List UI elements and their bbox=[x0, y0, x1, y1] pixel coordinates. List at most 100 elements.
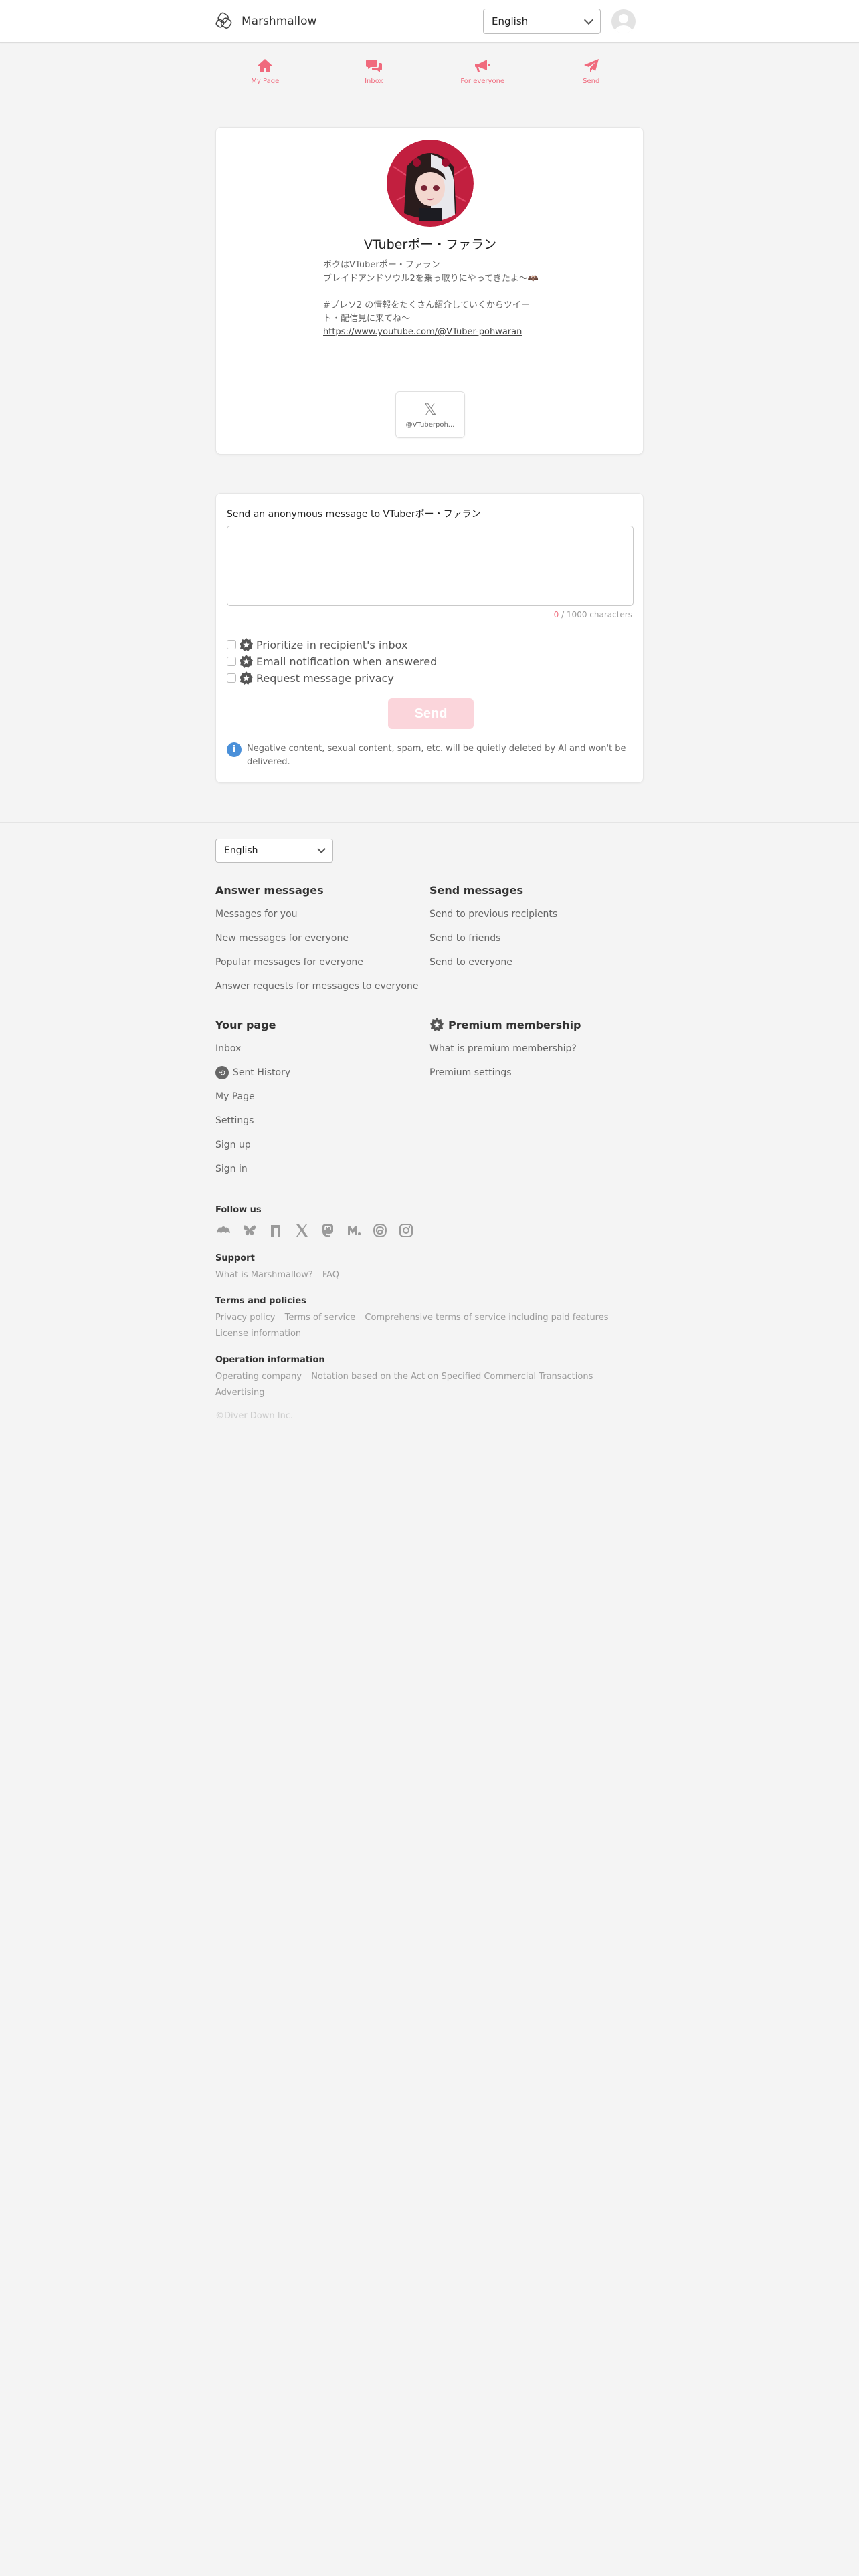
support-links: What is Marshmallow? FAQ bbox=[215, 1267, 650, 1283]
footer-link[interactable]: Sign up bbox=[215, 1138, 430, 1152]
threads-icon[interactable] bbox=[372, 1222, 388, 1239]
footer-link[interactable]: Answer requests for messages to everyone bbox=[215, 979, 430, 994]
profile-card: VTuberポー・ファラン ボクはVTuberポー・ファラン ブレイドアンドソウ… bbox=[215, 127, 644, 455]
bio-spacer bbox=[323, 286, 544, 299]
footer-link[interactable]: Premium settings bbox=[430, 1065, 644, 1080]
footer-language-value: English bbox=[224, 845, 258, 856]
footer-link[interactable]: My Page bbox=[215, 1089, 430, 1104]
footer-language-select[interactable]: English bbox=[215, 839, 333, 863]
chat-bubbles-icon bbox=[365, 60, 382, 72]
footer-link-sent-history[interactable]: ⟲ Sent History bbox=[215, 1065, 430, 1080]
footer-heading-premium: Premium membership bbox=[430, 1017, 644, 1032]
bio-line: ボクはVTuberポー・ファラン bbox=[323, 260, 440, 270]
prioritize-checkbox[interactable] bbox=[227, 640, 236, 649]
premium-badge-icon bbox=[240, 638, 253, 651]
misskey-icon[interactable] bbox=[346, 1222, 362, 1239]
operation-heading: Operation information bbox=[215, 1355, 325, 1365]
app-name: Marshmallow bbox=[242, 15, 317, 28]
nav-label: My Page bbox=[251, 78, 280, 85]
footer-link[interactable]: New messages for everyone bbox=[215, 931, 430, 946]
notice-text: Negative content, sexual content, spam, … bbox=[247, 744, 626, 767]
site-logo[interactable]: Marshmallow bbox=[215, 9, 316, 33]
premium-badge-icon bbox=[430, 1018, 444, 1031]
nav-label: For everyone bbox=[460, 78, 505, 85]
char-limit: / 1000 characters bbox=[561, 610, 632, 619]
nav-for-everyone[interactable]: For everyone bbox=[428, 58, 537, 96]
moderation-notice: i Negative content, sexual content, spam… bbox=[227, 742, 628, 769]
info-icon: i bbox=[227, 742, 242, 757]
nav-inbox[interactable]: Inbox bbox=[320, 58, 429, 96]
follow-us-heading: Follow us bbox=[215, 1205, 262, 1215]
footer-link[interactable]: Privacy policy bbox=[215, 1313, 275, 1323]
footer-link-label: Sent History bbox=[233, 1067, 291, 1078]
instagram-icon[interactable] bbox=[398, 1222, 414, 1239]
marshmallow-icon[interactable] bbox=[215, 1222, 231, 1239]
nav-label: Inbox bbox=[365, 78, 383, 85]
bio-line: ブレイドアンドソウル2を乗っ取りにやってきたよ〜🦇 bbox=[323, 274, 539, 284]
megaphone-icon bbox=[475, 60, 490, 72]
premium-badge-icon bbox=[240, 655, 253, 668]
option-label: Prioritize in recipient's inbox bbox=[256, 638, 408, 651]
footer-link[interactable]: Settings bbox=[215, 1113, 430, 1128]
x-handle: @VTuberpoh... bbox=[405, 421, 455, 429]
footer-send-messages: Send messages Send to previous recipient… bbox=[430, 883, 644, 979]
x-icon[interactable] bbox=[294, 1222, 310, 1239]
footer-link[interactable]: Terms of service bbox=[285, 1313, 356, 1323]
email-notification-checkbox[interactable] bbox=[227, 657, 236, 666]
privacy-checkbox[interactable] bbox=[227, 673, 236, 683]
footer-link[interactable]: Send to friends bbox=[430, 931, 644, 946]
option-privacy[interactable]: Request message privacy bbox=[227, 671, 394, 685]
x-profile-link[interactable]: 𝕏 @VTuberpoh... bbox=[395, 391, 465, 438]
bio-link[interactable]: https://www.youtube.com/@VTuber-pohwaran bbox=[323, 327, 522, 337]
terms-links: Privacy policy Terms of service Comprehe… bbox=[215, 1310, 650, 1342]
footer-link[interactable]: Operating company bbox=[215, 1372, 302, 1382]
premium-badge-icon bbox=[240, 671, 253, 685]
footer-link[interactable]: Messages for you bbox=[215, 907, 430, 922]
footer-link[interactable]: Inbox bbox=[215, 1041, 430, 1056]
footer-link[interactable]: What is premium membership? bbox=[430, 1041, 644, 1056]
option-label: Request message privacy bbox=[256, 671, 394, 685]
footer-heading: Your page bbox=[215, 1018, 276, 1031]
footer-heading-label: Premium membership bbox=[448, 1018, 581, 1031]
footer-link[interactable]: Send to everyone bbox=[430, 955, 644, 970]
profile-name: VTuberポー・ファラン bbox=[363, 237, 497, 252]
footer-heading: Send messages bbox=[430, 883, 523, 897]
footer-link[interactable]: Sign in bbox=[215, 1162, 430, 1176]
history-icon: ⟲ bbox=[215, 1066, 229, 1079]
footer-your-page: Your page Inbox ⟲ Sent History My Page S… bbox=[215, 1017, 430, 1186]
message-form-card: Send an anonymous message to VTuberポー・ファ… bbox=[215, 493, 644, 783]
note-icon[interactable] bbox=[268, 1222, 284, 1239]
char-count: 0 bbox=[553, 610, 559, 619]
language-select-value: English bbox=[492, 15, 529, 27]
char-counter: 0 / 1000 characters bbox=[554, 610, 632, 619]
language-select[interactable]: English bbox=[483, 9, 601, 34]
home-icon bbox=[258, 59, 273, 72]
nav-label: Send bbox=[583, 78, 600, 85]
footer-heading: Answer messages bbox=[215, 883, 324, 897]
bluesky-icon[interactable] bbox=[242, 1222, 258, 1239]
footer-link[interactable]: Comprehensive terms of service including… bbox=[365, 1313, 608, 1323]
terms-heading: Terms and policies bbox=[215, 1296, 306, 1306]
chevron-down-icon bbox=[583, 15, 594, 25]
user-avatar-icon[interactable] bbox=[611, 9, 636, 33]
option-prioritize[interactable]: Prioritize in recipient's inbox bbox=[227, 638, 407, 651]
send-button[interactable]: Send bbox=[388, 698, 474, 729]
option-label: Email notification when answered bbox=[256, 655, 438, 668]
footer-answer-messages: Answer messages Messages for you New mes… bbox=[215, 883, 430, 1003]
nav-send[interactable]: Send bbox=[537, 58, 646, 96]
mastodon-icon[interactable] bbox=[320, 1222, 336, 1239]
nav-my-page[interactable]: My Page bbox=[211, 58, 320, 96]
footer-link[interactable]: Notation based on the Act on Specified C… bbox=[311, 1372, 593, 1382]
footer-link[interactable]: License information bbox=[215, 1329, 301, 1339]
footer-link[interactable]: Advertising bbox=[215, 1388, 265, 1398]
footer-link[interactable]: Popular messages for everyone bbox=[215, 955, 430, 970]
message-textarea[interactable] bbox=[227, 526, 634, 606]
bio-line: #ブレソ2 の情報をたくさん紹介していくからツイート・配信見に来てね〜 bbox=[323, 300, 530, 324]
main-nav: My Page Inbox For everyone Send bbox=[211, 58, 646, 96]
top-header: Marshmallow English bbox=[0, 0, 859, 43]
footer-link[interactable]: What is Marshmallow? bbox=[215, 1270, 313, 1280]
option-email-notification[interactable]: Email notification when answered bbox=[227, 655, 437, 668]
marshmallow-logo-icon bbox=[215, 12, 232, 29]
footer-link[interactable]: FAQ bbox=[322, 1270, 339, 1280]
footer-link[interactable]: Send to previous recipients bbox=[430, 907, 644, 922]
